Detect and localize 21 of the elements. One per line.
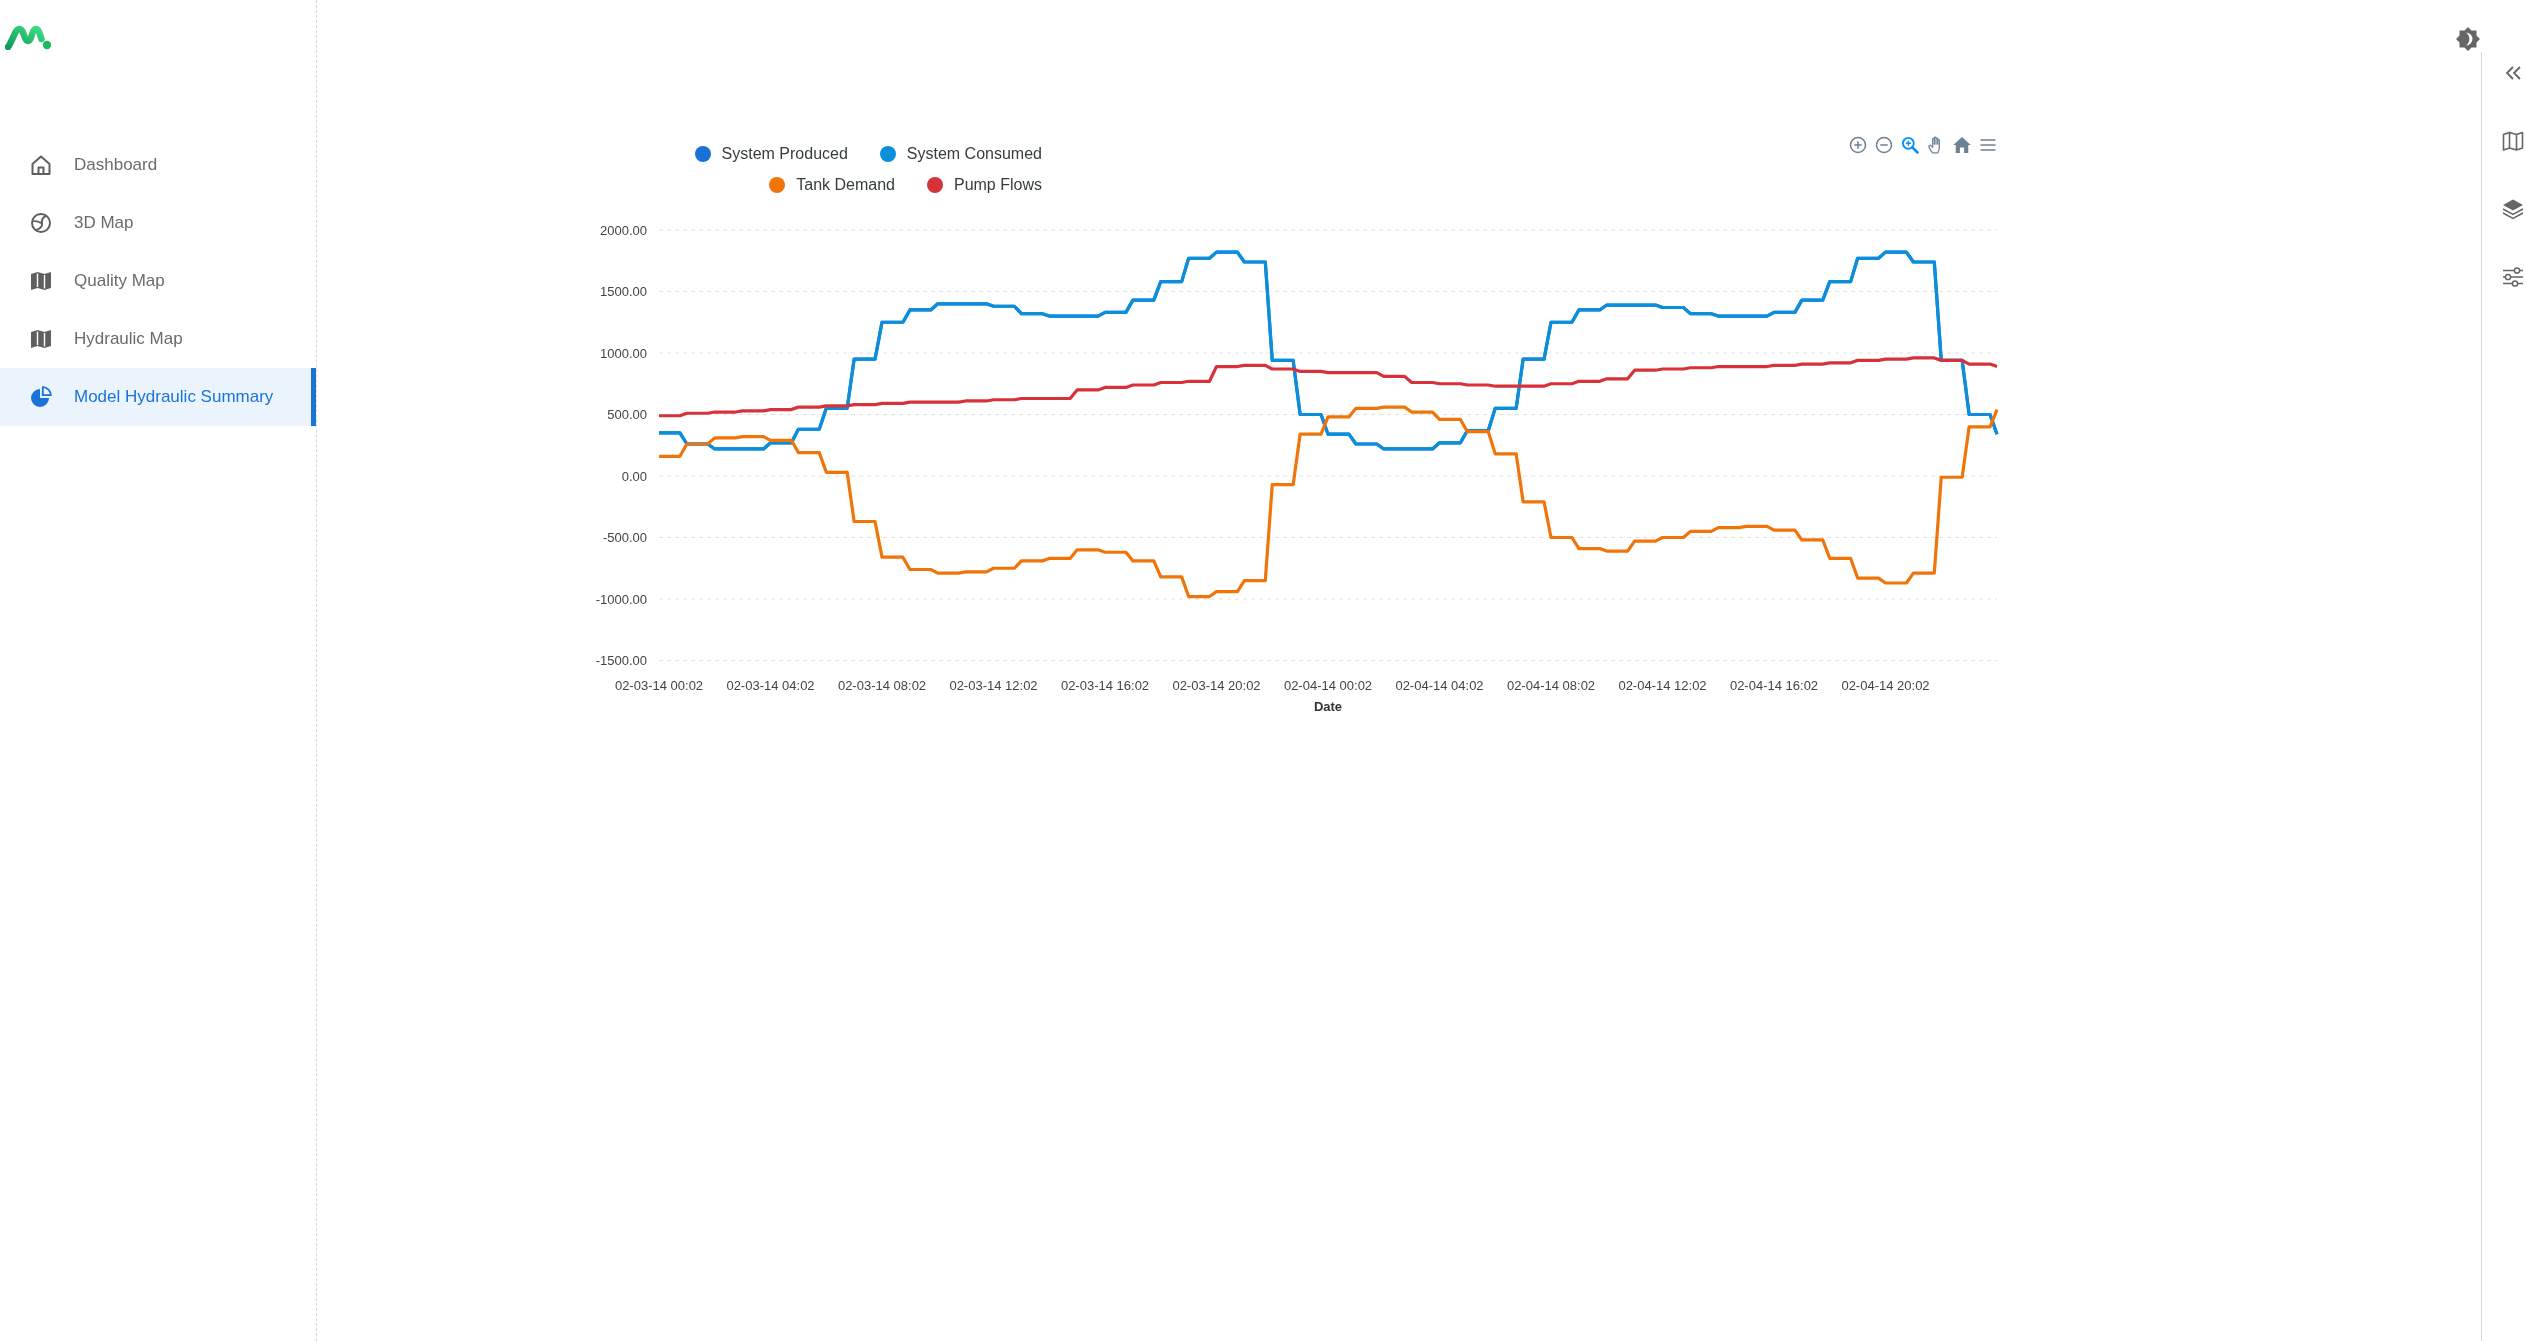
x-axis-label: 02-03-14 08:02 — [837, 678, 927, 693]
axis-title: Date — [1313, 699, 1343, 714]
x-axis-label: 02-03-14 20:02 — [1172, 678, 1261, 693]
x-axis-label: 02-04-14 12:02 — [1618, 678, 1707, 693]
x-axis-label: 02-04-14 08:02 — [1506, 678, 1596, 693]
x-axis-label: 02-04-14 00:02 — [1283, 678, 1373, 693]
x-axis-label: 02-04-14 04:02 — [1395, 678, 1484, 693]
x-axis-label: 02-04-14 16:02 — [1729, 678, 1819, 693]
y-axis-label: -1500.00 — [595, 653, 647, 668]
y-axis-label: 500.00 — [607, 407, 647, 422]
y-axis-label: 0.00 — [621, 468, 647, 484]
x-axis-label: 02-03-14 16:02 — [1060, 678, 1150, 693]
x-axis-label: 02-03-14 04:02 — [726, 678, 815, 693]
y-axis-label: -500.00 — [602, 530, 647, 545]
x-axis-label: 02-03-14 12:02 — [949, 678, 1038, 693]
x-axis-label: 02-04-14 20:02 — [1841, 678, 1930, 693]
y-axis-label: 1000.00 — [600, 345, 647, 361]
y-axis-label: 2000.00 — [600, 222, 647, 238]
y-axis-label: 1500.00 — [600, 284, 647, 299]
x-axis-label: 02-03-14 00:02 — [614, 678, 704, 693]
y-axis-label: -1000.00 — [595, 591, 647, 607]
